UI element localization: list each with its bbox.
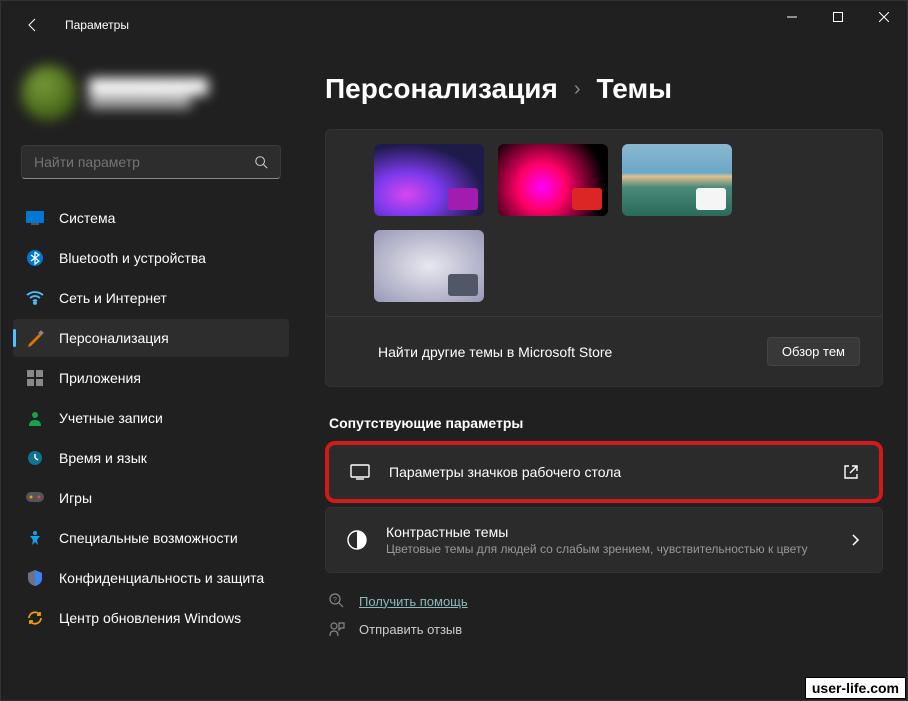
minimize-icon xyxy=(787,12,797,22)
related-settings-title: Сопутствующие параметры xyxy=(329,415,883,431)
nav-item-accessibility[interactable]: Специальные возможности xyxy=(13,519,289,557)
apps-icon xyxy=(25,368,45,388)
store-text: Найти другие темы в Microsoft Store xyxy=(378,344,612,360)
search-icon xyxy=(254,155,268,169)
nav: Система Bluetooth и устройства Сеть и Ин… xyxy=(13,199,289,637)
breadcrumb-current: Темы xyxy=(597,73,673,105)
contrast-themes-card[interactable]: Контрастные темы Цветовые темы для людей… xyxy=(325,507,883,573)
nav-label: Сеть и Интернет xyxy=(59,290,167,306)
gamepad-icon xyxy=(25,488,45,508)
desktop-icons-settings-card[interactable]: Параметры значков рабочего стола xyxy=(325,441,883,503)
nav-label: Время и язык xyxy=(59,450,147,466)
content: ████████████ ████████████ Система Blueto… xyxy=(1,49,907,700)
nav-item-personalization[interactable]: Персонализация xyxy=(13,319,289,357)
theme-thumbnail[interactable] xyxy=(498,144,608,216)
nav-label: Учетные записи xyxy=(59,410,163,426)
nav-label: Конфиденциальность и защита xyxy=(59,570,264,586)
get-help-link[interactable]: ? Получить помощь xyxy=(329,593,883,609)
breadcrumb-parent[interactable]: Персонализация xyxy=(325,73,558,105)
theme-thumbnail[interactable] xyxy=(374,144,484,216)
help-label: Получить помощь xyxy=(359,594,468,609)
settings-window: Параметры ████████████ ████████████ xyxy=(0,0,908,701)
nav-label: Специальные возможности xyxy=(59,530,238,546)
footer-links: ? Получить помощь Отправить отзыв xyxy=(325,593,883,637)
chevron-right-icon xyxy=(848,533,862,547)
store-row: Найти другие темы в Microsoft Store Обзо… xyxy=(326,316,882,386)
browse-themes-button[interactable]: Обзор тем xyxy=(767,337,860,366)
nav-label: Игры xyxy=(59,490,92,506)
help-icon: ? xyxy=(329,593,345,609)
nav-item-privacy[interactable]: Конфиденциальность и защита xyxy=(13,559,289,597)
nav-item-network[interactable]: Сеть и Интернет xyxy=(13,279,289,317)
bluetooth-icon xyxy=(25,248,45,268)
contrast-icon xyxy=(346,529,368,551)
system-icon xyxy=(25,208,45,228)
setting-title: Контрастные темы xyxy=(386,524,830,540)
nav-item-apps[interactable]: Приложения xyxy=(13,359,289,397)
setting-desc: Цветовые темы для людей со слабым зрение… xyxy=(386,542,830,556)
profile-email: ████████████ xyxy=(89,94,208,108)
theme-thumbnail[interactable] xyxy=(374,230,484,302)
themes-grid xyxy=(374,144,834,302)
maximize-button[interactable] xyxy=(815,1,861,33)
external-link-icon xyxy=(843,464,859,480)
svg-text:?: ? xyxy=(333,597,337,604)
nav-item-update[interactable]: Центр обновления Windows xyxy=(13,599,289,637)
setting-title: Параметры значков рабочего стола xyxy=(389,464,825,480)
back-button[interactable] xyxy=(17,9,49,41)
themes-panel: Найти другие темы в Microsoft Store Обзо… xyxy=(325,129,883,387)
display-icon xyxy=(349,461,371,483)
minimize-button[interactable] xyxy=(769,1,815,33)
nav-item-accounts[interactable]: Учетные записи xyxy=(13,399,289,437)
feedback-icon xyxy=(329,621,345,637)
window-title: Параметры xyxy=(65,18,129,32)
maximize-icon xyxy=(833,12,843,22)
nav-item-time[interactable]: Время и язык xyxy=(13,439,289,477)
feedback-link[interactable]: Отправить отзыв xyxy=(329,621,883,637)
close-icon xyxy=(879,12,889,22)
nav-label: Центр обновления Windows xyxy=(59,610,241,626)
wifi-icon xyxy=(25,288,45,308)
titlebar: Параметры xyxy=(1,1,907,49)
search-box[interactable] xyxy=(21,145,281,179)
nav-label: Приложения xyxy=(59,370,141,386)
main-panel: Персонализация › Темы Найти другие темы … xyxy=(301,49,907,700)
breadcrumb: Персонализация › Темы xyxy=(325,73,883,105)
search-input[interactable] xyxy=(34,154,254,170)
person-icon xyxy=(25,408,45,428)
nav-label: Персонализация xyxy=(59,330,169,346)
nav-item-system[interactable]: Система xyxy=(13,199,289,237)
nav-label: Система xyxy=(59,210,115,226)
feedback-label: Отправить отзыв xyxy=(359,622,462,637)
globe-clock-icon xyxy=(25,448,45,468)
profile-block[interactable]: ████████████ ████████████ xyxy=(13,49,289,145)
brush-icon xyxy=(25,328,45,348)
watermark: user-life.com xyxy=(805,677,906,699)
nav-label: Bluetooth и устройства xyxy=(59,250,206,266)
theme-thumbnail[interactable] xyxy=(622,144,732,216)
accessibility-icon xyxy=(25,528,45,548)
profile-name: ████████████ xyxy=(89,78,208,94)
nav-item-bluetooth[interactable]: Bluetooth и устройства xyxy=(13,239,289,277)
update-icon xyxy=(25,608,45,628)
sidebar: ████████████ ████████████ Система Blueto… xyxy=(1,49,301,700)
shield-icon xyxy=(25,568,45,588)
avatar xyxy=(21,65,77,121)
nav-item-gaming[interactable]: Игры xyxy=(13,479,289,517)
close-button[interactable] xyxy=(861,1,907,33)
arrow-left-icon xyxy=(25,17,41,33)
window-controls xyxy=(769,1,907,33)
chevron-right-icon: › xyxy=(574,78,581,101)
